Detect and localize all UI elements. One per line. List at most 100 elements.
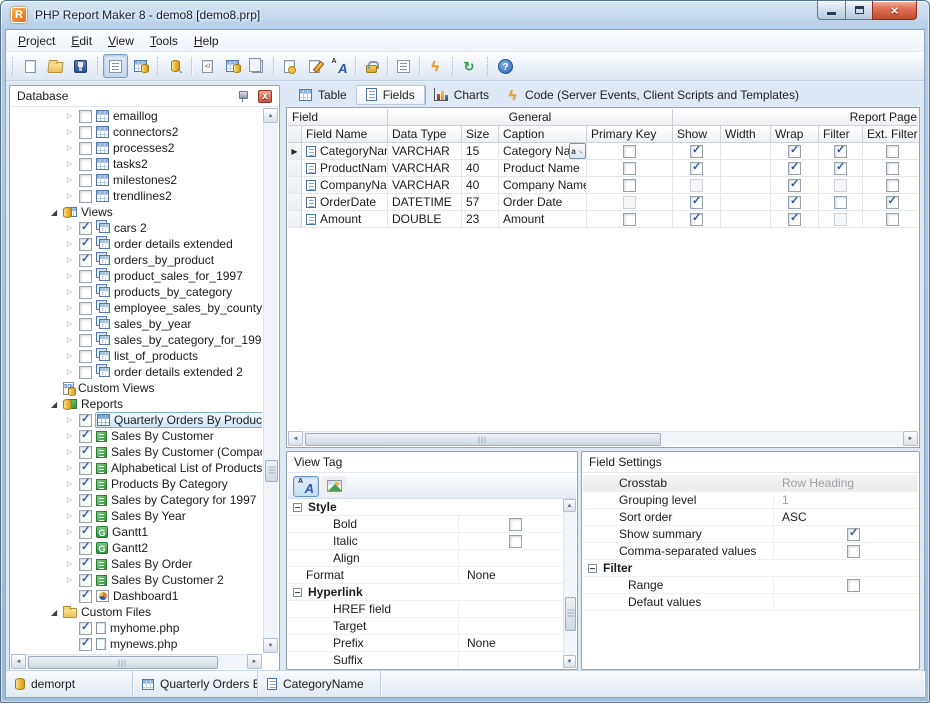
cell-data-type[interactable]: VARCHAR xyxy=(388,177,462,194)
cell-wrap[interactable] xyxy=(771,177,819,194)
save-button[interactable] xyxy=(68,54,93,78)
cell-filter[interactable] xyxy=(819,160,863,177)
cell-size[interactable]: 23 xyxy=(462,211,499,228)
collapse-icon[interactable]: ▷ xyxy=(67,304,79,312)
tree-vertical-scrollbar[interactable]: ▲ ▼ xyxy=(263,108,278,653)
cell-width[interactable] xyxy=(721,143,771,160)
cell-field-name[interactable]: CategoryName xyxy=(302,143,388,160)
tree-item-products-by-category[interactable]: ▷ Products By Category xyxy=(11,476,262,492)
menu-help[interactable]: Help xyxy=(186,32,227,50)
scroll-up-icon[interactable]: ▲ xyxy=(563,499,576,512)
cell-width[interactable] xyxy=(721,177,771,194)
cell-size[interactable]: 57 xyxy=(462,194,499,211)
tree-checkbox[interactable] xyxy=(79,109,92,123)
tree-item-dashboard1[interactable]: Dashboard1 xyxy=(11,588,262,604)
cell-primary-key-checkbox[interactable] xyxy=(623,161,636,175)
tree-checkbox[interactable] xyxy=(79,141,92,155)
property-bold[interactable]: Bold xyxy=(288,516,563,533)
tree-checkbox[interactable] xyxy=(79,157,92,171)
titlebar[interactable]: R PHP Report Maker 8 - demo8 [demo8.prp]… xyxy=(1,1,929,29)
tree-item-tasks2[interactable]: ▷ tasks2 xyxy=(11,156,262,172)
tree-item-mynews-php[interactable]: mynews.php xyxy=(11,636,262,652)
cell-data-type[interactable]: DOUBLE xyxy=(388,211,462,228)
column-header-width[interactable]: Width xyxy=(721,126,771,143)
cell-wrap[interactable] xyxy=(771,211,819,228)
tree-checkbox[interactable] xyxy=(79,620,92,635)
cell-data-type[interactable]: DATETIME xyxy=(388,194,462,211)
cell-caption[interactable]: Category Name a → xyxy=(499,143,587,160)
cell-show-checkbox[interactable] xyxy=(690,211,703,226)
cell-show-checkbox[interactable] xyxy=(690,143,703,158)
tree-checkbox[interactable] xyxy=(79,636,92,651)
collapse-icon[interactable]: ▷ xyxy=(67,320,79,328)
tree-checkbox[interactable] xyxy=(79,428,92,443)
property-checkbox[interactable] xyxy=(847,526,860,541)
column-header-field-name[interactable]: Field Name xyxy=(302,126,388,143)
help-button[interactable] xyxy=(493,54,518,78)
property-href-field[interactable]: HREF field xyxy=(288,601,563,618)
tree-checkbox[interactable] xyxy=(79,524,92,539)
tree-checkbox[interactable] xyxy=(79,252,92,267)
property-italic[interactable]: Italic xyxy=(288,533,563,550)
tree-item-sales-by-order[interactable]: ▷ Sales By Order xyxy=(11,556,262,572)
cell-ext-filter[interactable] xyxy=(863,194,918,211)
property-value[interactable] xyxy=(458,618,563,634)
cell-data-type[interactable]: VARCHAR xyxy=(388,160,462,177)
collapse-icon[interactable]: ▷ xyxy=(67,352,79,360)
property-prefix[interactable]: Prefix None xyxy=(288,635,563,652)
cell-ext-filter[interactable] xyxy=(863,143,918,160)
collapse-icon[interactable]: ▷ xyxy=(67,128,79,136)
cell-show[interactable] xyxy=(673,160,721,177)
script-button[interactable] xyxy=(195,54,220,78)
property-checkbox[interactable] xyxy=(509,534,522,548)
cell-field-name[interactable]: CompanyName xyxy=(302,177,388,194)
column-header-show[interactable]: Show xyxy=(673,126,721,143)
collapse-icon[interactable]: ▷ xyxy=(67,176,79,184)
property-grouping-level[interactable]: Grouping level 1 xyxy=(583,492,918,509)
cell-width[interactable] xyxy=(721,160,771,177)
cell-show[interactable] xyxy=(673,211,721,228)
cell-width[interactable] xyxy=(721,211,771,228)
tree-checkbox[interactable] xyxy=(79,365,92,379)
collapse-icon[interactable]: ▷ xyxy=(67,512,79,520)
property-checkbox[interactable] xyxy=(847,544,860,558)
scroll-up-icon[interactable]: ▲ xyxy=(263,108,278,123)
collapse-icon[interactable]: ▷ xyxy=(67,544,79,552)
multi-language-icon[interactable]: a → xyxy=(569,143,586,159)
column-header-size[interactable]: Size xyxy=(462,126,499,143)
tree-item-product-sales-for-1997[interactable]: ▷ product_sales_for_1997 xyxy=(11,268,262,284)
scroll-down-icon[interactable]: ▼ xyxy=(263,638,278,653)
cell-wrap[interactable] xyxy=(771,160,819,177)
cell-show-checkbox[interactable] xyxy=(690,194,703,209)
property-sort-order[interactable]: Sort order ASC xyxy=(583,509,918,526)
property-value[interactable]: ASC xyxy=(773,509,918,525)
tree-checkbox[interactable] xyxy=(79,444,92,459)
cell-field-name[interactable]: Amount xyxy=(302,211,388,228)
view-tag-scrollbar[interactable]: ▲ ▼ xyxy=(563,499,576,668)
collapse-icon[interactable]: ▷ xyxy=(67,368,79,376)
toggle-database-panel-button[interactable] xyxy=(103,54,128,78)
open-button[interactable] xyxy=(43,54,68,78)
property-value[interactable] xyxy=(458,550,563,566)
property-suffix[interactable]: Suffix xyxy=(288,652,563,668)
property-value[interactable] xyxy=(773,526,918,542)
cell-filter[interactable] xyxy=(819,143,863,160)
tree-item-alphabetical-list-of-products[interactable]: ▷ Alphabetical List of Products xyxy=(11,460,262,476)
collapse-icon[interactable]: ▷ xyxy=(67,416,79,424)
cell-field-name[interactable]: OrderDate xyxy=(302,194,388,211)
cell-caption[interactable]: Amount xyxy=(499,211,587,228)
cell-show-checkbox[interactable] xyxy=(690,160,703,175)
menu-tools[interactable]: Tools xyxy=(142,32,186,50)
property-value[interactable] xyxy=(773,577,918,593)
tree-item-sales-by-category-for-1997[interactable]: ▷ sales_by_category_for_1997 xyxy=(11,332,262,348)
grid-hscroll-thumb[interactable] xyxy=(305,433,661,446)
cell-filter-checkbox[interactable] xyxy=(834,143,847,158)
tree-item-emaillog[interactable]: ▷ emaillog xyxy=(11,108,262,124)
tree-item-views[interactable]: ◢ Views xyxy=(11,204,262,220)
view-tag-font-button[interactable] xyxy=(293,475,319,497)
cell-ext-filter-checkbox[interactable] xyxy=(885,161,899,175)
cell-size[interactable]: 40 xyxy=(462,177,499,194)
cell-ext-filter[interactable] xyxy=(863,160,918,177)
property-align[interactable]: Align xyxy=(288,550,563,567)
collapse-box-icon[interactable] xyxy=(293,588,302,597)
